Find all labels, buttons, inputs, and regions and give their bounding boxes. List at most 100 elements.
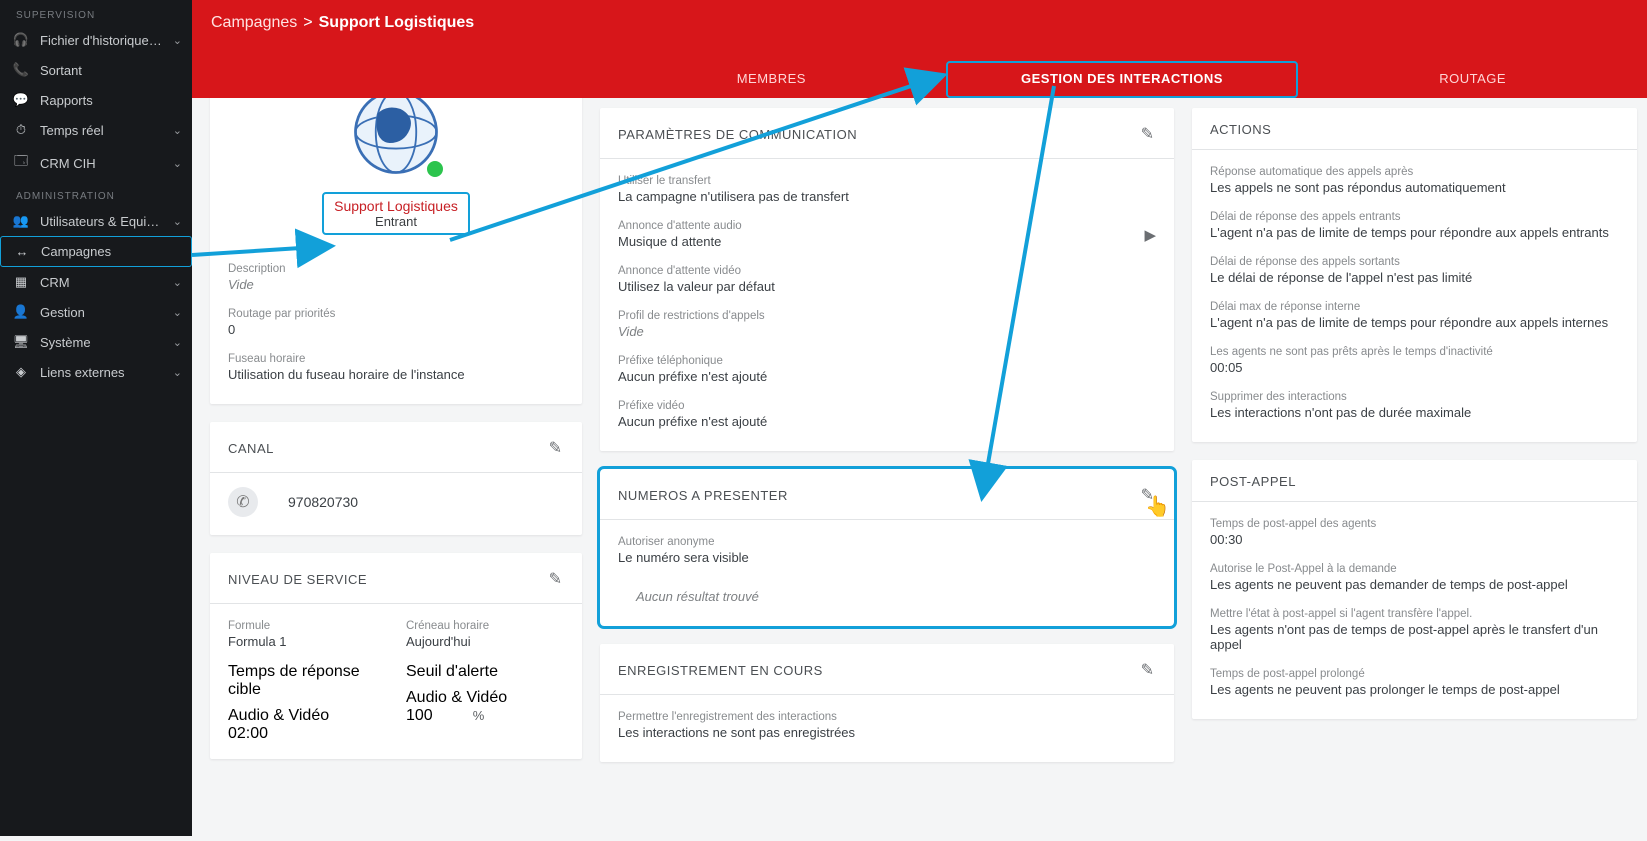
sidebar-item-label: CRM xyxy=(40,275,163,290)
label-audio-hold: Annonce d'attente audio xyxy=(618,220,742,232)
sidebar-item-gestion[interactable]: 👤 Gestion ⌄ xyxy=(0,297,192,327)
sidebar-item-rapports[interactable]: 💬 Rapports xyxy=(0,85,192,115)
actions-card: ACTIONS Réponse automatique des appels a… xyxy=(1192,108,1637,442)
chevron-down-icon: ⌄ xyxy=(173,306,182,319)
tab-routage[interactable]: ROUTAGE xyxy=(1298,61,1647,98)
sidebar-icon: 💬 xyxy=(12,92,30,108)
value-formula: Formula 1 xyxy=(228,634,386,649)
comm-edit-icon[interactable]: ✎ xyxy=(1135,122,1160,146)
value-acw-ondemand: Les agents ne peuvent pas demander de te… xyxy=(1210,577,1619,592)
value-acw-time: 00:30 xyxy=(1210,532,1619,547)
value-restriction-profile: Vide xyxy=(618,324,1156,339)
sidebar: SUPERVISION 🎧Fichier d'historique des in… xyxy=(0,0,192,836)
numbers-edit-icon[interactable]: ✎ 👆 xyxy=(1135,483,1160,507)
chevron-down-icon: ⌄ xyxy=(173,34,182,47)
breadcrumb-sep: > xyxy=(303,14,312,32)
label-inbound-delay: Délai de réponse des appels entrants xyxy=(1210,211,1619,223)
label-priority-routing: Routage par priorités xyxy=(228,308,564,320)
play-icon[interactable]: ▶ xyxy=(1144,226,1156,244)
value-allow-recording: Les interactions ne sont pas enregistrée… xyxy=(618,725,1156,740)
label-use-transfer: Utiliser le transfert xyxy=(618,175,1156,187)
sidebar-item-label: Système xyxy=(40,335,163,350)
header-bar: Campagnes > Support Logistiques MEMBRES … xyxy=(192,0,1647,98)
sidebar-icon: ⏱ xyxy=(12,122,30,138)
sidebar-item-crm-cih[interactable]: 🗔CRM CIH⌄ xyxy=(0,145,192,181)
breadcrumb-root[interactable]: Campagnes xyxy=(211,14,297,32)
sidebar-item-label: Campagnes xyxy=(41,244,181,259)
sidebar-item-crm[interactable]: ▦ CRM ⌄ xyxy=(0,267,192,297)
value-priority-routing: 0 xyxy=(228,322,564,337)
label-delete-interactions: Supprimer des interactions xyxy=(1210,391,1619,403)
label-idle-notready: Les agents ne sont pas prêts après le te… xyxy=(1210,346,1619,358)
label-formula: Formule xyxy=(228,620,386,632)
channel-title: CANAL xyxy=(228,441,543,456)
sidebar-item-syst-me[interactable]: 🖥Système⌄ xyxy=(0,327,192,357)
label-video-hold: Annonce d'attente vidéo xyxy=(618,265,1156,277)
label-allow-anon: Autoriser anonyme xyxy=(618,536,1156,548)
value-auto-answer: Les appels ne sont pas répondus automati… xyxy=(1210,180,1619,195)
actions-title: ACTIONS xyxy=(1210,122,1623,137)
chevron-down-icon: ⌄ xyxy=(173,124,182,137)
sidebar-icon: 👤 xyxy=(12,304,30,320)
sidebar-item-label: Gestion xyxy=(40,305,163,320)
value-use-transfer: La campagne n'utilisera pas de transfert xyxy=(618,189,1156,204)
label-acw-time: Temps de post-appel des agents xyxy=(1210,518,1619,530)
label-allow-recording: Permettre l'enregistrement des interacti… xyxy=(618,711,1156,723)
sidebar-item-liens-externes[interactable]: ◈Liens externes⌄ xyxy=(0,357,192,387)
tab-membres[interactable]: MEMBRES xyxy=(597,61,946,98)
sidebar-icon: ◈ xyxy=(12,364,30,380)
label-acw-transfer: Mettre l'état à post-appel si l'agent tr… xyxy=(1210,608,1619,620)
sidebar-item-campagnes[interactable]: ↔Campagnes xyxy=(0,236,192,267)
value-allow-anon: Le numéro sera visible xyxy=(618,550,1156,565)
campaign-direction: Entrant xyxy=(334,214,458,229)
sidebar-section-administration: ADMINISTRATION xyxy=(0,181,192,206)
label-auto-answer: Réponse automatique des appels après xyxy=(1210,166,1619,178)
label-target-av: Audio & Vidéo xyxy=(228,707,386,725)
label-target-response: Temps de réponse cible xyxy=(228,663,386,699)
sidebar-item-sortant[interactable]: 📞 Sortant xyxy=(0,55,192,85)
tab-gestion-interactions[interactable]: GESTION DES INTERACTIONS xyxy=(946,61,1299,98)
value-inbound-delay: L'agent n'a pas de limite de temps pour … xyxy=(1210,225,1619,240)
communication-params-card: PARAMÈTRES DE COMMUNICATION ✎ Utiliser l… xyxy=(600,108,1174,451)
postcall-title: POST-APPEL xyxy=(1210,474,1623,489)
value-description: Vide xyxy=(228,277,564,292)
value-video-hold: Utilisez la valeur par défaut xyxy=(618,279,1156,294)
service-edit-icon[interactable]: ✎ xyxy=(543,567,568,591)
sidebar-item-label: Fichier d'historique des in… xyxy=(40,33,163,48)
sidebar-item-label: Sortant xyxy=(40,63,182,78)
sidebar-item-label: Rapports xyxy=(40,93,182,108)
value-idle-notready: 00:05 xyxy=(1210,360,1619,375)
label-video-prefix: Préfixe vidéo xyxy=(618,400,1156,412)
label-acw-ondemand: Autorise le Post-Appel à la demande xyxy=(1210,563,1619,575)
label-restriction-profile: Profil de restrictions d'appels xyxy=(618,310,1156,322)
sidebar-item-label: Temps réel xyxy=(40,123,163,138)
chevron-down-icon: ⌄ xyxy=(173,276,182,289)
numbers-empty-result: Aucun résultat trouvé xyxy=(600,571,1174,626)
campaign-name: Support Logistiques xyxy=(334,198,458,214)
value-acw-extend: Les agents ne peuvent pas prolonger le t… xyxy=(1210,682,1619,697)
sidebar-icon: ▦ xyxy=(12,274,30,290)
label-description: Description xyxy=(228,263,564,275)
sidebar-item-utilisateurs-equipes[interactable]: 👥Utilisateurs & Equipes⌄ xyxy=(0,206,192,236)
numbers-card: NUMEROS A PRESENTER ✎ 👆 Autoriser anonym… xyxy=(600,469,1174,626)
sidebar-item-fichier-d-historique-des-in[interactable]: 🎧Fichier d'historique des in…⌄ xyxy=(0,25,192,55)
sidebar-icon: 📞 xyxy=(12,62,30,78)
label-timezone: Fuseau horaire xyxy=(228,353,564,365)
value-timezone: Utilisation du fuseau horaire de l'insta… xyxy=(228,367,564,382)
label-internal-delay: Délai max de réponse interne xyxy=(1210,301,1619,313)
sidebar-item-label: Liens externes xyxy=(40,365,163,380)
campaign-name-box: Support Logistiques Entrant xyxy=(322,192,470,235)
status-dot-active xyxy=(424,158,446,180)
value-outbound-delay: Le délai de réponse de l'appel n'est pas… xyxy=(1210,270,1619,285)
value-video-prefix: Aucun préfixe n'est ajouté xyxy=(618,414,1156,429)
breadcrumb: Campagnes > Support Logistiques xyxy=(192,0,1647,32)
value-alert-threshold: 100 xyxy=(406,707,433,725)
sidebar-icon: 👥 xyxy=(12,213,30,229)
sidebar-item-temps-r-el[interactable]: ⏱ Temps réel ⌄ xyxy=(0,115,192,145)
channel-card: CANAL ✎ ✆ 970820730 xyxy=(210,422,582,535)
campaign-avatar xyxy=(210,98,582,186)
sidebar-section-supervision: SUPERVISION xyxy=(0,0,192,25)
channel-edit-icon[interactable]: ✎ xyxy=(543,436,568,460)
value-phone-prefix: Aucun préfixe n'est ajouté xyxy=(618,369,1156,384)
recording-edit-icon[interactable]: ✎ xyxy=(1135,658,1160,682)
